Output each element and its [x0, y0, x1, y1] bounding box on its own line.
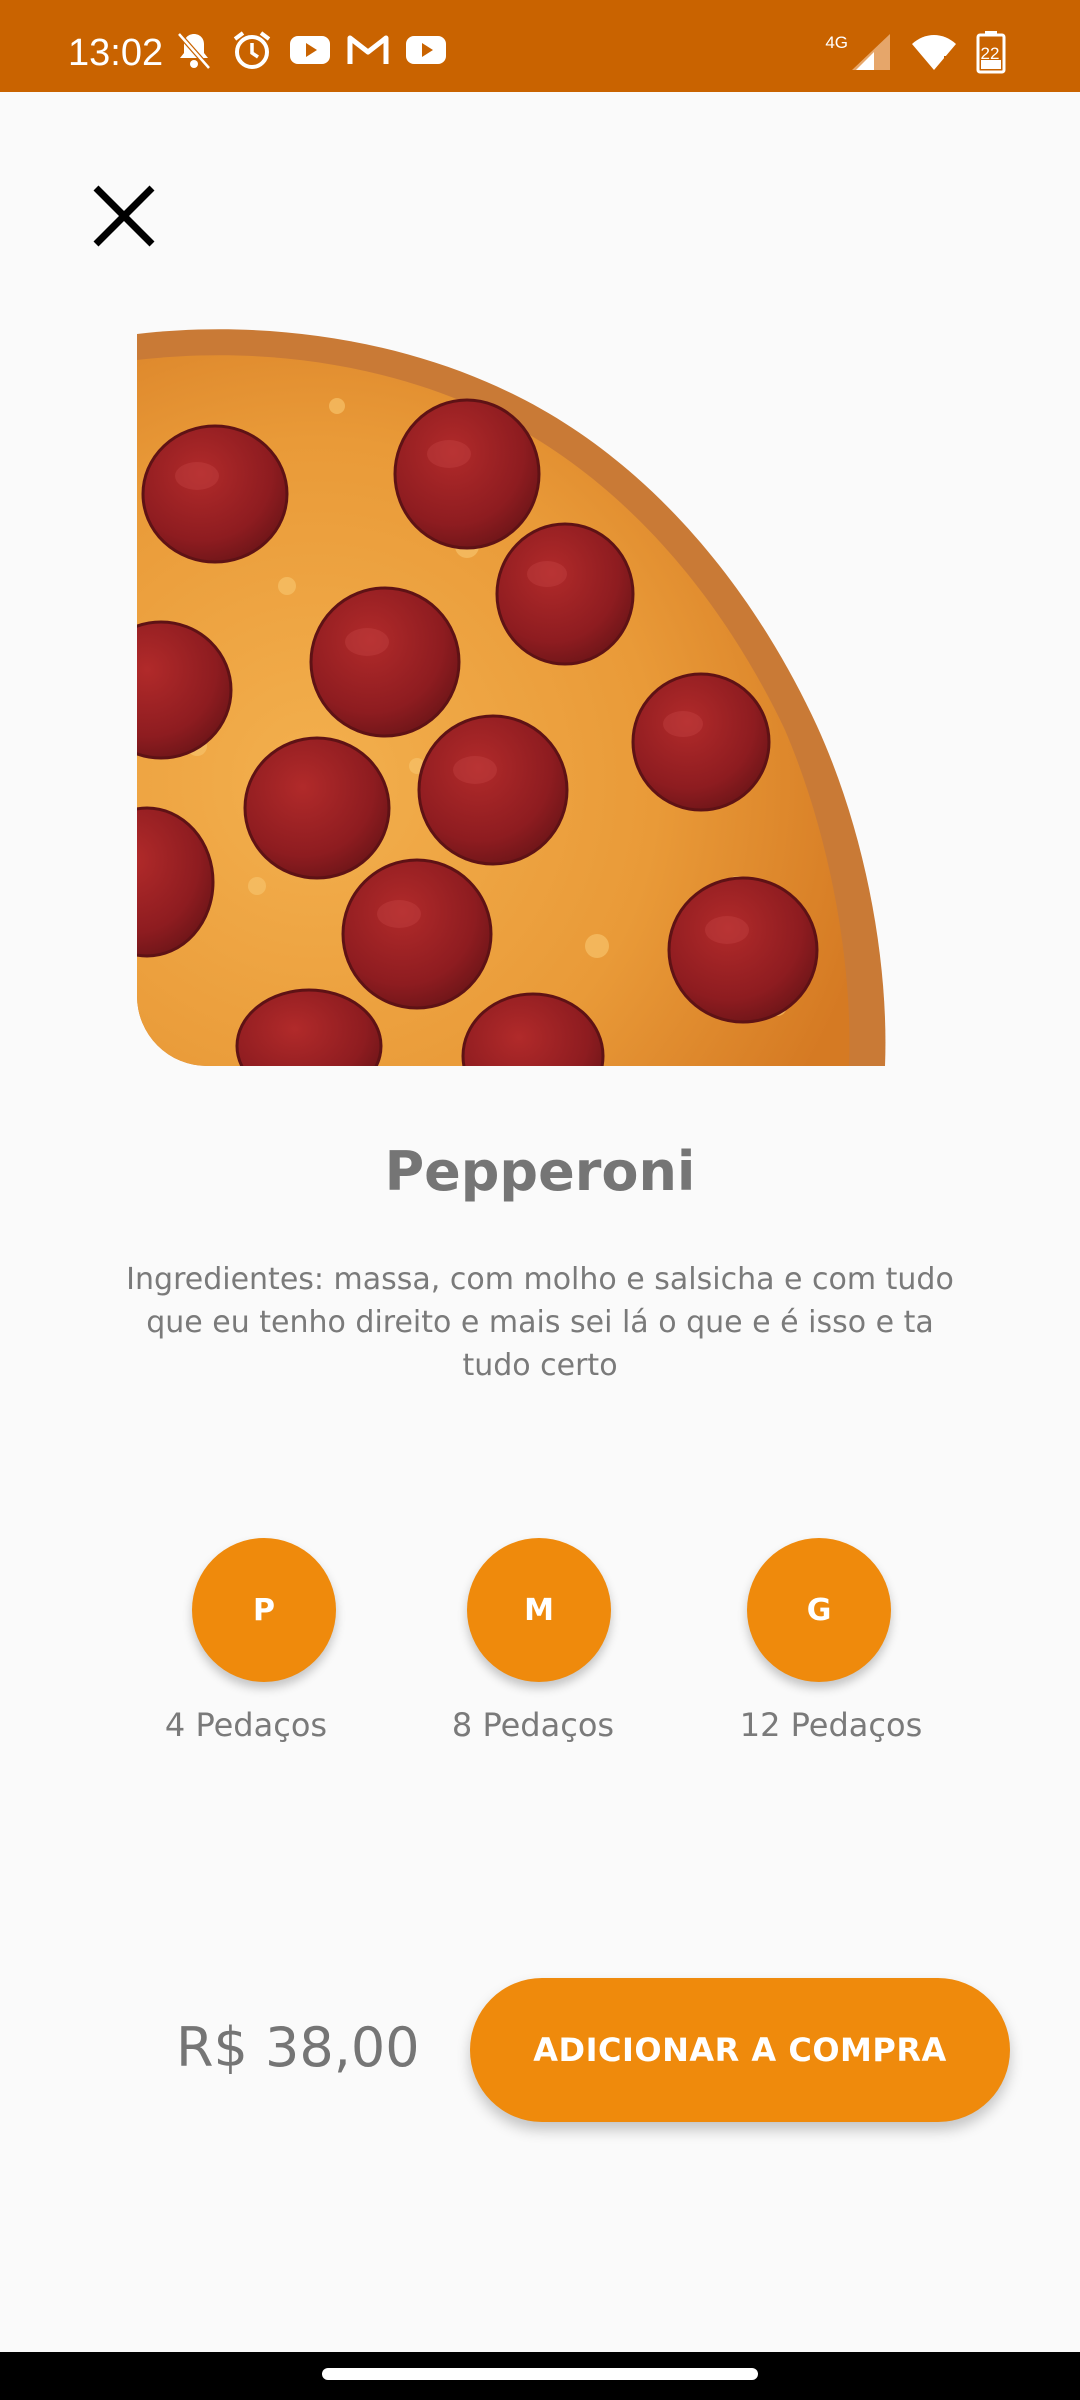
youtube-icon — [404, 30, 448, 70]
home-gesture-handle[interactable] — [322, 2368, 758, 2380]
size-option-g[interactable]: G 12 Pedaços — [711, 1538, 951, 1744]
youtube-icon — [288, 30, 332, 70]
status-time: 13:02 — [68, 32, 164, 74]
bell-off-icon — [172, 30, 216, 70]
wifi-icon — [910, 32, 958, 72]
product-description: Ingredientes: massa, com molho e salsich… — [126, 1262, 954, 1383]
size-option-p[interactable]: P 4 Pedaços — [126, 1538, 366, 1744]
add-to-cart-button[interactable]: ADICIONAR A COMPRA — [470, 1978, 1010, 2122]
notification-icons — [172, 30, 448, 70]
network-type-label: 4G — [825, 33, 848, 52]
product-price: R$ 38,00 — [176, 2016, 420, 2079]
gmail-icon — [346, 30, 390, 70]
alarm-icon — [230, 30, 274, 70]
pepperoni-pizza-slice-image — [137, 326, 887, 1066]
size-label-g: 12 Pedaços — [739, 1706, 923, 1744]
size-label-m: 8 Pedaços — [451, 1706, 615, 1744]
close-button[interactable] — [88, 180, 160, 252]
signal-icon — [850, 32, 892, 72]
size-option-m[interactable]: M 8 Pedaços — [413, 1538, 653, 1744]
size-button-g[interactable]: G — [747, 1538, 891, 1682]
close-icon — [93, 185, 155, 247]
battery-level: 22 — [980, 44, 1000, 63]
status-bar: 13:02 4G 22 — [0, 0, 1080, 92]
size-button-p[interactable]: P — [192, 1538, 336, 1682]
size-label-p: 4 Pedaços — [164, 1706, 328, 1744]
navigation-bar — [0, 2352, 1080, 2400]
product-title: Pepperoni — [384, 1140, 696, 1203]
size-button-m[interactable]: M — [467, 1538, 611, 1682]
